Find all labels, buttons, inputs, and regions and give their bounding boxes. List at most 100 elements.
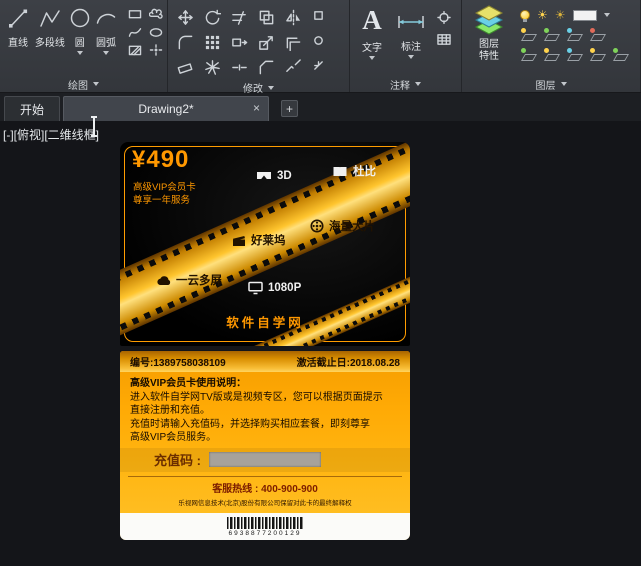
- tab-start[interactable]: 开始: [4, 96, 60, 121]
- tool-ellipse-button[interactable]: [147, 23, 165, 40]
- tool-align-button[interactable]: [311, 53, 325, 78]
- tool-explode-button[interactable]: [199, 55, 225, 80]
- tool-rotate-button[interactable]: [199, 5, 225, 30]
- annotate-panel-label: 注释: [390, 80, 410, 92]
- card-serial: 编号:1389758038109: [130, 358, 226, 369]
- clapperboard-icon: [233, 235, 245, 246]
- layer-lock-icon[interactable]: [589, 28, 605, 42]
- usage-line: 进入软件自学网TV版或是视频专区，您可以根据页面提示: [130, 391, 383, 403]
- tool-chamfer-button[interactable]: [253, 55, 279, 80]
- tool-table-button[interactable]: [437, 28, 451, 50]
- tool-stretch-button[interactable]: [226, 30, 252, 55]
- tool-scale-button[interactable]: [253, 30, 279, 55]
- tab-close-icon[interactable]: ×: [253, 102, 260, 114]
- card-back: 编号:1389758038109 激活截止日:2018.08.28 高级VIP会…: [120, 351, 410, 540]
- layer-walk-icon[interactable]: [520, 48, 536, 62]
- circle-icon: [68, 6, 92, 30]
- tool-arc-label: 圆弧: [95, 38, 116, 49]
- layer-thaw-sun-icon[interactable]: ☀: [537, 9, 548, 21]
- ribbon: 直线 多段线 圆 圆弧 绘图 修改 A 文字 标注 注释 图层特性 ☀ ☀ 图层: [0, 0, 641, 95]
- layer-freeze-icon[interactable]: [589, 48, 605, 62]
- service-hotline: 客服热线 : 400-900-900: [128, 475, 402, 495]
- tool-region-button[interactable]: [311, 28, 325, 53]
- tool-erase-button[interactable]: [172, 55, 198, 80]
- tool-mirror-button[interactable]: [280, 5, 306, 30]
- layer-merge-icon[interactable]: [543, 48, 559, 62]
- annotate-panel-expander[interactable]: 注释: [350, 76, 461, 92]
- layer-properties-icon: [474, 5, 504, 35]
- copy-icon: [259, 10, 273, 25]
- tool-fillet-button[interactable]: [172, 30, 198, 55]
- feature-movies: 海量大片: [310, 218, 375, 234]
- tool-arc-button[interactable]: 圆弧: [92, 3, 120, 76]
- layers-panel-expander[interactable]: 图层: [462, 76, 640, 92]
- usage-line: 高级VIP会员服务。: [130, 432, 217, 443]
- tool-rectangle-button[interactable]: [126, 5, 144, 22]
- text-cursor: [91, 116, 97, 137]
- dimension-icon: [396, 8, 426, 34]
- new-tab-button[interactable]: +: [281, 100, 298, 117]
- layer-previous-icon[interactable]: [566, 28, 582, 42]
- feature-hollywood: 好莱坞: [232, 232, 286, 248]
- layer-match-icon[interactable]: [543, 28, 559, 42]
- recharge-label: 充值码 :: [154, 453, 201, 468]
- tool-circle-button[interactable]: 圆: [68, 3, 92, 76]
- offset-icon: [286, 37, 300, 51]
- chevron-down-icon: [102, 51, 109, 55]
- mirror-icon: [285, 9, 300, 26]
- tool-text-label: 文字: [362, 43, 382, 54]
- ribbon-panel-modify: 修改: [168, 0, 350, 95]
- chevron-down-icon[interactable]: [603, 13, 610, 17]
- tool-polyline-button[interactable]: 多段线: [32, 3, 68, 76]
- spline-icon: [128, 27, 142, 37]
- monitor-icon: [248, 281, 263, 295]
- tool-polyline-label: 多段线: [34, 38, 65, 49]
- card-expiry: 激活截止日:2018.08.28: [296, 358, 400, 369]
- scale-icon: [258, 36, 273, 50]
- chamfer-icon: [259, 60, 273, 75]
- tool-center-mark-button[interactable]: [437, 6, 451, 28]
- chevron-down-icon: [76, 51, 83, 55]
- tool-spline-button[interactable]: [126, 23, 144, 40]
- 3d-glasses-icon: [257, 172, 271, 179]
- dolby-icon: [333, 166, 347, 176]
- feature-multiscreen: 一云多屏: [156, 272, 222, 288]
- viewport-controls[interactable]: [-][俯视][二维线框]: [3, 126, 99, 143]
- drawing-canvas[interactable]: [-][俯视][二维线框] ¥490 高级VIP会员卡 尊享一年服务 3D 杜比…: [0, 116, 641, 566]
- tool-join-button[interactable]: [226, 55, 252, 80]
- tool-offset-button[interactable]: [280, 30, 306, 55]
- card-serial-row: 编号:1389758038109 激活截止日:2018.08.28: [120, 351, 410, 372]
- tool-point-button[interactable]: [147, 41, 165, 58]
- stretch-icon: [231, 38, 247, 47]
- tool-copy-button[interactable]: [253, 5, 279, 30]
- tool-text-button[interactable]: A 文字: [354, 3, 390, 76]
- tool-hatch-button[interactable]: [126, 41, 144, 58]
- usage-line: 充值时请输入充值码，并选择购买相应套餐，即刻尊享: [130, 418, 370, 430]
- layer-make-current-icon[interactable]: [520, 28, 536, 42]
- text-tool-icon: A: [362, 5, 382, 35]
- layer-properties-button[interactable]: 图层特性: [466, 3, 512, 76]
- tool-trim-button[interactable]: [226, 5, 252, 30]
- layer-color-swatch[interactable]: [572, 9, 597, 21]
- layer-unlock-icon[interactable]: [612, 48, 628, 62]
- tool-break-button[interactable]: [280, 55, 306, 80]
- card-subtitle-2: 尊享一年服务: [133, 195, 191, 206]
- layer-delete-icon[interactable]: [566, 48, 582, 62]
- ribbon-panel-draw: 直线 多段线 圆 圆弧 绘图: [0, 0, 168, 92]
- ribbon-panel-layers: 图层特性 ☀ ☀ 图层: [462, 0, 641, 92]
- draw-panel-expander[interactable]: 绘图: [0, 76, 167, 92]
- tool-dimension-button[interactable]: 标注: [390, 3, 432, 76]
- layer-off-icon[interactable]: [520, 10, 530, 22]
- rotate-icon: [205, 9, 221, 25]
- chevron-down-icon: [415, 82, 421, 86]
- tool-line-button[interactable]: 直线: [4, 3, 32, 76]
- cloud-icon: [157, 276, 171, 286]
- table-icon: [437, 33, 451, 45]
- tool-revision-cloud-button[interactable]: [147, 5, 165, 22]
- tool-measure-button[interactable]: [311, 3, 325, 28]
- tool-array-button[interactable]: [199, 30, 225, 55]
- move-icon: [177, 10, 193, 25]
- layer-properties-label: 图层特性: [479, 39, 499, 62]
- layer-isolate-sun-icon[interactable]: ☀: [555, 9, 566, 21]
- tool-move-button[interactable]: [172, 5, 198, 30]
